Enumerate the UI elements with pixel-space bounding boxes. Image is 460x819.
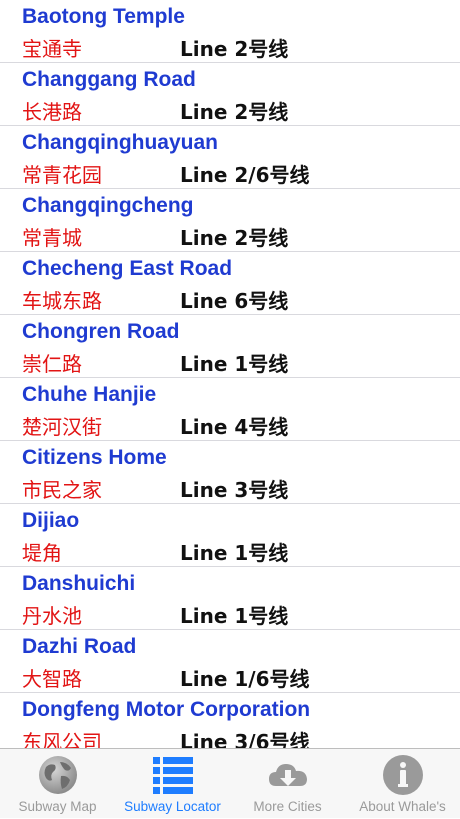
- station-name-english: Baotong Temple: [22, 5, 185, 28]
- info-icon: [383, 755, 423, 795]
- station-name-chinese: 常青城: [22, 226, 82, 250]
- tab-label: More Cities: [253, 799, 322, 814]
- station-row[interactable]: Changqingcheng 常青城 Line 2号线: [0, 189, 460, 252]
- station-row[interactable]: Danshuichi 丹水池 Line 1号线: [0, 567, 460, 630]
- station-line: Line 1号线: [180, 541, 289, 565]
- station-line: Line 2/6号线: [180, 163, 310, 187]
- station-row[interactable]: Dijiao 堤角 Line 1号线: [0, 504, 460, 567]
- station-row[interactable]: Chongren Road 崇仁路 Line 1号线: [0, 315, 460, 378]
- tab-label: Subway Map: [18, 799, 97, 814]
- tab-label: Subway Locator: [124, 799, 221, 814]
- station-name-chinese: 大智路: [22, 667, 82, 691]
- station-name-chinese: 市民之家: [22, 478, 102, 502]
- station-name-english: Checheng East Road: [22, 257, 233, 280]
- station-row[interactable]: Citizens Home 市民之家 Line 3号线: [0, 441, 460, 504]
- station-row[interactable]: Chuhe Hanjie 楚河汉街 Line 4号线: [0, 378, 460, 441]
- station-name-english: Dijiao: [22, 509, 80, 532]
- station-name-chinese: 车城东路: [22, 289, 102, 313]
- station-name-chinese: 长港路: [22, 100, 82, 124]
- station-line: Line 2号线: [180, 37, 289, 61]
- station-name-english: Dazhi Road: [22, 635, 137, 658]
- tab-bar: Subway Map Subway Locator More Cities Ab…: [0, 748, 460, 818]
- station-line: Line 3/6号线: [180, 730, 310, 748]
- station-row[interactable]: Checheng East Road 车城东路 Line 6号线: [0, 252, 460, 315]
- station-name-chinese: 堤角: [22, 541, 62, 565]
- station-name-chinese: 常青花园: [22, 163, 102, 187]
- station-name-english: Chongren Road: [22, 320, 180, 343]
- station-line: Line 1/6号线: [180, 667, 310, 691]
- station-name-english: Changqinghuayuan: [22, 131, 218, 154]
- station-name-english: Changqingcheng: [22, 194, 194, 217]
- tab-about[interactable]: About Whale's: [345, 749, 460, 819]
- globe-icon: [39, 756, 77, 794]
- station-row[interactable]: Dazhi Road 大智路 Line 1/6号线: [0, 630, 460, 693]
- station-name-english: Citizens Home: [22, 446, 167, 469]
- station-line: Line 2号线: [180, 226, 289, 250]
- station-line: Line 2号线: [180, 100, 289, 124]
- station-row[interactable]: Baotong Temple 宝通寺 Line 2号线: [0, 0, 460, 63]
- station-name-chinese: 丹水池: [22, 604, 82, 628]
- station-row[interactable]: Changqinghuayuan 常青花园 Line 2/6号线: [0, 126, 460, 189]
- station-name-english: Danshuichi: [22, 572, 136, 595]
- station-name-chinese: 崇仁路: [22, 352, 82, 376]
- station-name-chinese: 宝通寺: [22, 37, 82, 61]
- station-name-chinese: 东风公司: [22, 730, 102, 748]
- station-line: Line 6号线: [180, 289, 289, 313]
- station-line: Line 3号线: [180, 478, 289, 502]
- tab-subway-map[interactable]: Subway Map: [0, 749, 115, 819]
- cloud-download-icon: [269, 764, 307, 786]
- tab-subway-locator[interactable]: Subway Locator: [115, 749, 230, 819]
- station-name-english: Changgang Road: [22, 68, 196, 91]
- list-icon: [153, 757, 193, 794]
- station-line: Line 1号线: [180, 604, 289, 628]
- station-line: Line 1号线: [180, 352, 289, 376]
- station-row[interactable]: Dongfeng Motor Corporation 东风公司 Line 3/6…: [0, 693, 460, 748]
- station-line: Line 4号线: [180, 415, 289, 439]
- station-list[interactable]: Baotong Temple 宝通寺 Line 2号线 Changgang Ro…: [0, 0, 460, 748]
- station-row[interactable]: Changgang Road 长港路 Line 2号线: [0, 63, 460, 126]
- tab-more-cities[interactable]: More Cities: [230, 749, 345, 819]
- tab-label: About Whale's: [359, 799, 446, 814]
- station-name-english: Chuhe Hanjie: [22, 383, 157, 406]
- station-name-english: Dongfeng Motor Corporation: [22, 698, 311, 721]
- station-name-chinese: 楚河汉街: [22, 415, 102, 439]
